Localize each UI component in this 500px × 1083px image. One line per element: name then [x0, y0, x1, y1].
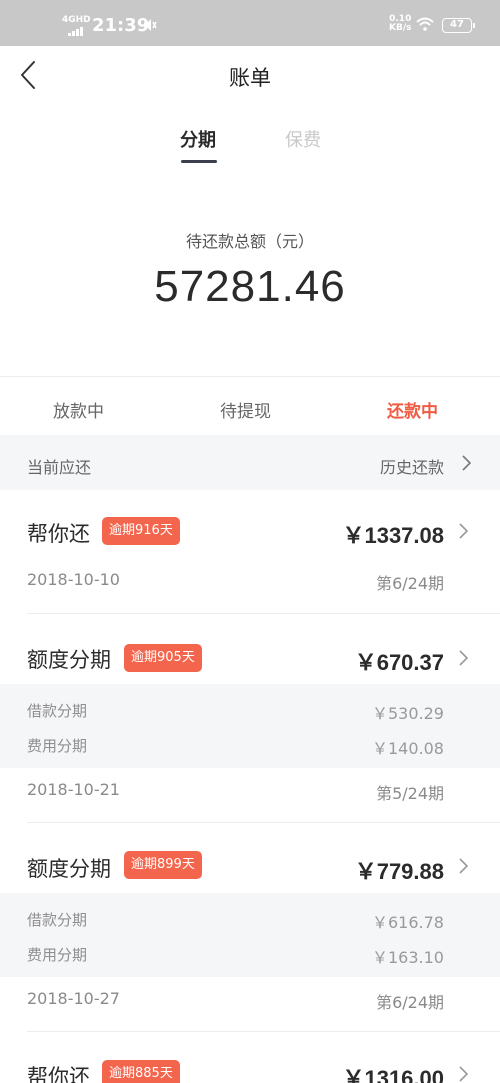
- breakdown-label: 费用分期: [27, 946, 88, 964]
- breakdown-value: ￥616.78: [372, 913, 444, 932]
- breakdown-label: 借款分期: [27, 911, 88, 929]
- breakdown-label: 借款分期: [27, 702, 88, 720]
- network-type: 4GHD: [62, 15, 91, 25]
- signal-icon: [68, 26, 84, 36]
- history-repayment-link[interactable]: 历史还款: [380, 454, 444, 478]
- bill-date: 2018-10-27: [27, 989, 120, 1008]
- clock: 21:39: [92, 15, 150, 36]
- overdue-badge: 逾期899天: [124, 851, 202, 879]
- chevron-right-icon[interactable]: [458, 649, 470, 667]
- breakdown-label: 费用分期: [27, 737, 88, 755]
- battery-level: 47: [450, 19, 464, 30]
- page-title: 账单: [229, 66, 271, 90]
- tab-repaying[interactable]: 还款中: [387, 397, 438, 422]
- bill-period: 第6/24期: [376, 574, 444, 593]
- total-due-amount: 57281.46: [154, 262, 346, 311]
- app-header: 账单: [0, 46, 500, 106]
- amount-breakdown: 借款分期 ￥530.29 费用分期 ￥140.08: [0, 684, 500, 768]
- bill-item[interactable]: 额度分期 逾期905天 ￥670.37 借款分期 ￥530.29 费用分期 ￥1…: [0, 614, 500, 823]
- overdue-badge: 逾期916天: [102, 517, 180, 545]
- top-tabs: 分期 保费: [0, 106, 500, 176]
- network-speed: 0.10 KB/s: [389, 15, 411, 33]
- bill-name: 额度分期: [27, 648, 111, 672]
- bill-amount: ￥670.37: [354, 650, 444, 675]
- bill-date: 2018-10-10: [27, 570, 120, 589]
- total-due-label: 待还款总额（元）: [185, 232, 314, 251]
- chevron-right-icon[interactable]: [458, 1065, 470, 1083]
- tab-installment[interactable]: 分期: [180, 126, 216, 152]
- bill-amount: ￥1316.00: [342, 1066, 444, 1083]
- status-bar: 4GHD 21:39 0.10 KB/s 47: [0, 0, 500, 46]
- bill-name: 帮你还: [27, 1065, 90, 1083]
- bill-date: 2018-10-21: [27, 780, 120, 799]
- bill-period: 第6/24期: [376, 993, 444, 1012]
- bill-item[interactable]: 帮你还 逾期916天 ￥1337.08 2018-10-10 第6/24期: [0, 490, 500, 614]
- breakdown-value: ￥163.10: [372, 948, 444, 967]
- bill-period: 第5/24期: [376, 784, 444, 803]
- current-due-header: 当前应还 历史还款: [0, 435, 500, 490]
- bill-name: 帮你还: [27, 522, 90, 546]
- current-due-label: 当前应还: [27, 458, 92, 477]
- overdue-badge: 逾期885天: [102, 1060, 180, 1083]
- tab-lending[interactable]: 放款中: [53, 397, 104, 422]
- vibrate-icon: [144, 19, 157, 31]
- active-tab-indicator: [181, 160, 217, 163]
- bill-name: 额度分期: [27, 857, 111, 881]
- wifi-icon: [416, 17, 434, 31]
- loan-status-tabs: 放款中 待提现 还款中: [0, 377, 500, 435]
- bill-amount: ￥779.88: [354, 859, 444, 884]
- chevron-right-icon[interactable]: [461, 454, 473, 472]
- bill-item[interactable]: 帮你还 逾期885天 ￥1316.00: [0, 1032, 500, 1083]
- amount-breakdown: 借款分期 ￥616.78 费用分期 ￥163.10: [0, 893, 500, 977]
- battery-icon: 47: [442, 18, 475, 33]
- chevron-right-icon[interactable]: [458, 857, 470, 875]
- chevron-right-icon[interactable]: [458, 522, 470, 540]
- bill-amount: ￥1337.08: [342, 523, 444, 548]
- breakdown-value: ￥140.08: [372, 739, 444, 758]
- overdue-badge: 逾期905天: [124, 644, 202, 672]
- bill-item[interactable]: 额度分期 逾期899天 ￥779.88 借款分期 ￥616.78 费用分期 ￥1…: [0, 823, 500, 1032]
- tab-insurance[interactable]: 保费: [285, 126, 321, 152]
- tab-pending-withdrawal[interactable]: 待提现: [220, 397, 271, 422]
- speed-unit: KB/s: [389, 23, 412, 33]
- breakdown-value: ￥530.29: [372, 704, 444, 723]
